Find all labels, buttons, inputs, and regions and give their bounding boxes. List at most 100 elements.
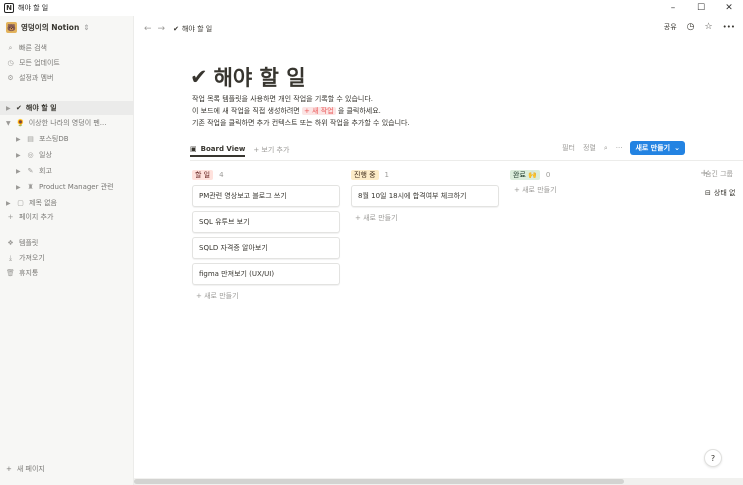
sidebar-updates[interactable]: ◷ 모든 업데이트 bbox=[6, 58, 60, 68]
target-icon: ◎ bbox=[27, 151, 34, 159]
add-view-button[interactable]: + 보기 추가 bbox=[253, 145, 289, 155]
sidebar-item-label: 빠른 검색 bbox=[19, 44, 47, 52]
sidebar-page-untitled[interactable]: ▶ ▢ 제목 없음 bbox=[6, 198, 57, 208]
maximize-button[interactable]: ☐ bbox=[687, 0, 715, 16]
chevron-right-icon[interactable]: ▶ bbox=[16, 184, 22, 191]
filter-button[interactable]: 필터 bbox=[562, 143, 575, 153]
sidebar-page-posting-db[interactable]: ▶ ▤ 포스팅DB bbox=[16, 134, 69, 144]
sidebar-item-label: Product Manager 관련 bbox=[39, 183, 114, 191]
sidebar-add-page[interactable]: + 페이지 추가 bbox=[6, 212, 54, 222]
status-badge: 할 일 bbox=[192, 170, 214, 180]
board-card[interactable]: figma 만져보기 (UX/UI) bbox=[192, 263, 340, 285]
column-count: 0 bbox=[545, 171, 551, 179]
sidebar-item-label: 해야 할 일 bbox=[25, 104, 57, 112]
share-button[interactable]: 공유 bbox=[664, 22, 677, 32]
close-button[interactable]: ✕ bbox=[715, 0, 743, 16]
column-header[interactable]: 진행 중 1 bbox=[351, 169, 499, 181]
workspace-name: 영덩이의 Notion bbox=[21, 23, 80, 32]
sidebar-page-retro[interactable]: ▶ ✎ 회고 bbox=[16, 166, 52, 176]
search-icon[interactable]: ⌕ bbox=[604, 144, 608, 153]
clock-icon: ◷ bbox=[7, 59, 14, 67]
topbar-actions: 공유 ◷ ☆ ••• bbox=[664, 22, 735, 32]
sidebar-item-label: 모든 업데이트 bbox=[19, 59, 60, 67]
chevron-down-icon[interactable]: ⌄ bbox=[674, 144, 680, 152]
help-button[interactable]: ? bbox=[704, 449, 722, 467]
chevron-down-icon[interactable]: ▼ bbox=[6, 120, 12, 127]
sidebar-item-label: 이상한 나라의 영덩이 펜... bbox=[28, 119, 107, 127]
sidebar-quick-search[interactable]: ⌕ 빠른 검색 bbox=[6, 43, 47, 53]
description-line-2: 이 보드에 새 작업을 직접 생성하려면 + 새 작업 을 클릭하세요. bbox=[192, 106, 381, 116]
sidebar-item-label: 설정과 멤버 bbox=[19, 74, 54, 82]
back-arrow-icon[interactable]: ← bbox=[144, 24, 152, 34]
page-icon: ▢ bbox=[17, 199, 24, 207]
sidebar-page-pm[interactable]: ▶ ♜ Product Manager 관련 bbox=[16, 182, 114, 192]
new-item-button[interactable]: 새로 만들기 ⌄ bbox=[630, 141, 685, 155]
view-actions: 필터 정렬 ⌕ ··· 새로 만들기 ⌄ bbox=[562, 141, 685, 155]
sidebar-item-label: 가져오기 bbox=[19, 254, 45, 262]
chevron-right-icon[interactable]: ▶ bbox=[16, 136, 22, 143]
sidebar-item-label: 휴지통 bbox=[19, 269, 39, 277]
sunflower-icon: 🌻 bbox=[16, 119, 25, 127]
page-title-text: 해야 할 일 bbox=[213, 66, 306, 90]
sidebar-item-label: 일상 bbox=[39, 151, 52, 159]
sidebar-item-label: 제목 없음 bbox=[29, 199, 57, 207]
star-icon[interactable]: ☆ bbox=[705, 22, 713, 32]
plus-icon: + bbox=[7, 213, 14, 221]
sidebar-item-label: 포스팅DB bbox=[39, 135, 69, 143]
sidebar-page-todo[interactable]: ▶ ✔ 해야 할 일 bbox=[0, 101, 134, 115]
plus-icon: + bbox=[6, 465, 12, 473]
add-card-button[interactable]: + 새로 만들기 bbox=[510, 185, 557, 195]
horizontal-scrollbar[interactable] bbox=[134, 478, 743, 485]
trash-icon: 🗑 bbox=[6, 269, 15, 277]
board-card[interactable]: SQL 유투브 보기 bbox=[192, 211, 340, 233]
description-text: 이 보드에 새 작업을 직접 생성하려면 bbox=[192, 107, 302, 115]
hidden-group-label: 상태 없 bbox=[713, 189, 736, 197]
sidebar-page-daily[interactable]: ▶ ◎ 일상 bbox=[16, 150, 52, 160]
status-badge: 완료 🙌 bbox=[510, 170, 540, 180]
database-views-bar: ▣ Board View + 보기 추가 필터 정렬 ⌕ ··· 새로 만들기 … bbox=[190, 141, 685, 157]
sidebar-settings[interactable]: ⚙ 설정과 멤버 bbox=[6, 73, 53, 83]
sidebar-page-wonderland[interactable]: ▼ 🌻 이상한 나라의 영덩이 펜... bbox=[6, 118, 106, 128]
new-page-button[interactable]: + 새 페이지 bbox=[6, 464, 45, 474]
chevron-right-icon[interactable]: ▶ bbox=[6, 105, 12, 112]
sidebar-item-label: 회고 bbox=[39, 167, 52, 175]
board-card[interactable]: SQLD 자격증 알아보기 bbox=[192, 237, 340, 259]
add-card-button[interactable]: + 새로 만들기 bbox=[192, 291, 340, 301]
sidebar-trash[interactable]: 🗑 휴지통 bbox=[6, 268, 38, 278]
sidebar: 🐻 영덩이의 Notion ⇕ ⌕ 빠른 검색 ◷ 모든 업데이트 ⚙ 설정과 … bbox=[0, 16, 134, 485]
description-line-3: 기존 작업을 클릭하면 추가 컨텍스트 또는 하위 작업을 추가할 수 있습니다… bbox=[192, 119, 410, 127]
search-icon: ⌕ bbox=[8, 43, 13, 52]
sidebar-import[interactable]: ⤓ 가져오기 bbox=[6, 253, 45, 263]
sidebar-templates[interactable]: ❖ 템플릿 bbox=[6, 238, 38, 248]
new-task-inline-tag: + 새 작업 bbox=[301, 107, 336, 115]
chevron-right-icon[interactable]: ▶ bbox=[6, 200, 12, 207]
column-count: 4 bbox=[219, 171, 224, 179]
column-header[interactable]: 할 일 4 bbox=[192, 169, 340, 181]
scrollbar-thumb[interactable] bbox=[134, 479, 624, 484]
page-title[interactable]: ✔ 해야 할 일 bbox=[190, 62, 306, 92]
clock-icon[interactable]: ◷ bbox=[687, 22, 695, 32]
chevron-right-icon[interactable]: ▶ bbox=[16, 168, 22, 175]
hidden-group-no-status[interactable]: ⊟ 상태 없 bbox=[705, 188, 735, 198]
workspace-avatar-icon: 🐻 bbox=[6, 22, 17, 33]
minimize-button[interactable]: – bbox=[659, 0, 687, 16]
board-card[interactable]: PM관련 영상보고 블로그 쓰기 bbox=[192, 185, 340, 207]
page-topbar: ← → ✔ 해야 할 일 공유 ◷ ☆ ••• bbox=[134, 16, 743, 42]
chevron-right-icon[interactable]: ▶ bbox=[16, 152, 22, 159]
window-titlebar: N 해야 할 일 – ☐ ✕ bbox=[0, 0, 743, 16]
check-icon: ✔ bbox=[16, 104, 22, 112]
column-header[interactable]: 완료 🙌 0 bbox=[510, 169, 557, 181]
workspace-switcher[interactable]: 🐻 영덩이의 Notion ⇕ bbox=[6, 22, 90, 33]
sort-button[interactable]: 정렬 bbox=[583, 143, 596, 153]
forward-arrow-icon[interactable]: → bbox=[158, 24, 166, 34]
board-card[interactable]: 8월 10일 18시에 합격여부 체크하기 bbox=[351, 185, 499, 207]
add-card-button[interactable]: + 새로 만들기 bbox=[351, 213, 499, 223]
gear-icon: ⚙ bbox=[7, 74, 14, 82]
window-title: 해야 할 일 bbox=[18, 4, 49, 12]
tab-board-view[interactable]: ▣ Board View bbox=[190, 143, 246, 157]
more-icon[interactable]: ··· bbox=[616, 144, 623, 152]
notion-app-icon: N bbox=[4, 3, 14, 13]
breadcrumb[interactable]: ✔ 해야 할 일 bbox=[173, 24, 212, 34]
more-options-button[interactable]: ••• bbox=[723, 23, 735, 31]
board-column-todo: 할 일 4 PM관련 영상보고 블로그 쓰기 SQL 유투브 보기 SQLD 자… bbox=[192, 169, 340, 301]
